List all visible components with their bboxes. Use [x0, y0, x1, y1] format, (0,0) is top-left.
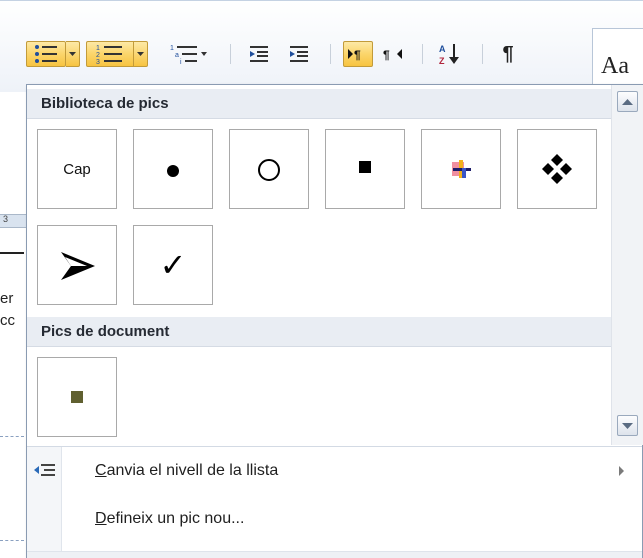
- styles-gallery[interactable]: Aa: [592, 28, 643, 90]
- document-rule-line: [0, 252, 24, 254]
- right-to-left-text-icon: ¶: [383, 48, 402, 61]
- sort-az-icon: A Z: [439, 44, 459, 66]
- menu-separator: [27, 446, 642, 447]
- accelerator-key: C: [95, 462, 107, 479]
- svg-text:3: 3: [96, 59, 100, 65]
- toolbar-separator: [422, 44, 423, 64]
- svg-text:¶: ¶: [354, 48, 361, 61]
- hollow-circle-bullet-icon: [258, 159, 280, 181]
- menu-item-change-list-level[interactable]: Canvia el nivell de la llista: [27, 454, 642, 488]
- bullet-library-menu: Biblioteca de pics Cap ✓ Pics de documen…: [26, 84, 643, 558]
- bullets-dropdown-arrow[interactable]: [66, 41, 80, 67]
- right-to-left-button[interactable]: ¶: [378, 41, 408, 67]
- increase-indent-button[interactable]: [282, 41, 316, 67]
- bullet-option-none[interactable]: Cap: [37, 129, 117, 209]
- show-formatting-marks-button[interactable]: ¶: [490, 41, 526, 67]
- increase-indent-icon: [290, 46, 308, 62]
- bullet-option-label: Cap: [63, 160, 91, 178]
- accelerator-key: D: [95, 510, 107, 527]
- toolbar-separator: [482, 44, 483, 64]
- svg-text:a: a: [175, 52, 179, 59]
- chevron-up-icon: [622, 98, 633, 105]
- arrowhead-bullet-icon: [61, 252, 95, 280]
- document-text-fragment: er: [0, 290, 14, 307]
- menu-item-label: Defineix un pic nou...: [95, 510, 244, 528]
- svg-text:1: 1: [170, 45, 174, 52]
- olive-square-bullet-icon: [71, 391, 83, 403]
- decrease-indent-button[interactable]: [242, 41, 276, 67]
- svg-text:A: A: [439, 44, 446, 54]
- menu-item-label-rest: anvia el nivell de la llista: [106, 462, 279, 479]
- bullet-option-colored-cross[interactable]: [421, 129, 501, 209]
- pilcrow-icon: ¶: [502, 42, 514, 65]
- numbering-button[interactable]: 1 2 3: [86, 41, 134, 67]
- bullet-gallery: Biblioteca de pics Cap ✓ Pics de documen…: [27, 85, 612, 445]
- left-to-right-button[interactable]: ¶: [343, 41, 373, 67]
- svg-text:Z: Z: [439, 56, 445, 66]
- section-header-bullet-library: Biblioteca de pics: [27, 89, 612, 119]
- chevron-down-icon: [137, 52, 144, 56]
- toolbar-separator: [230, 44, 231, 64]
- bullet-option-document-square[interactable]: [37, 357, 117, 437]
- chevron-down-icon: [69, 52, 76, 56]
- filled-circle-bullet-icon: [167, 165, 179, 177]
- change-list-level-icon: [34, 464, 55, 476]
- scroll-down-button[interactable]: [617, 415, 638, 436]
- checkmark-bullet-icon: ✓: [159, 246, 187, 284]
- sort-button[interactable]: A Z: [432, 41, 470, 67]
- section-title: Pics de document: [41, 323, 170, 340]
- multilevel-list-icon: 1 a i: [170, 45, 207, 65]
- menu-item-label-rest: efineix un pic nou...: [106, 510, 245, 527]
- colored-cross-bullet-icon: [452, 160, 471, 178]
- svg-text:1: 1: [96, 45, 100, 52]
- menu-item-label: Canvia el nivell de la llista: [95, 462, 278, 480]
- ruler: 3: [0, 214, 28, 228]
- chevron-down-icon: [622, 422, 633, 429]
- section-title: Biblioteca de pics: [41, 95, 169, 112]
- ribbon-paragraph-group: 1 2 3 1 a i ¶ ¶ A Z ¶: [0, 0, 643, 93]
- section-header-document-bullets: Pics de document: [27, 317, 612, 347]
- numbering-dropdown-arrow[interactable]: [134, 41, 148, 67]
- bullet-option-arrowhead[interactable]: [37, 225, 117, 305]
- svg-text:¶: ¶: [383, 48, 390, 61]
- menu-resize-grip[interactable]: [27, 551, 642, 558]
- filled-square-bullet-icon: [359, 161, 371, 173]
- svg-text:i: i: [180, 59, 182, 65]
- menu-item-define-new-bullet[interactable]: Defineix un pic nou...: [27, 502, 642, 536]
- toolbar-separator: [330, 44, 331, 64]
- ruler-number: 3: [3, 214, 9, 224]
- bullet-option-checkmark[interactable]: ✓: [133, 225, 213, 305]
- bullet-option-filled-square[interactable]: [325, 129, 405, 209]
- numbering-icon: 1 2 3: [96, 45, 122, 65]
- document-margin-guide: [0, 540, 24, 541]
- bullet-option-hollow-circle[interactable]: [229, 129, 309, 209]
- styles-preview-text: Aa: [601, 53, 629, 79]
- decrease-indent-icon: [250, 46, 268, 62]
- bullet-option-four-diamonds[interactable]: [517, 129, 597, 209]
- svg-text:2: 2: [96, 52, 100, 59]
- submenu-arrow-icon: [619, 466, 624, 476]
- bullet-option-filled-circle[interactable]: [133, 129, 213, 209]
- multilevel-list-button[interactable]: 1 a i: [165, 41, 215, 67]
- document-margin-guide: [0, 436, 24, 437]
- gallery-scrollbar[interactable]: [611, 85, 643, 445]
- bullets-button[interactable]: [26, 41, 66, 67]
- scroll-up-button[interactable]: [617, 91, 638, 112]
- four-diamonds-bullet-icon: [542, 154, 572, 184]
- bullets-icon: [35, 45, 57, 63]
- left-to-right-text-icon: ¶: [348, 48, 361, 61]
- document-text-fragment: cc: [0, 312, 15, 329]
